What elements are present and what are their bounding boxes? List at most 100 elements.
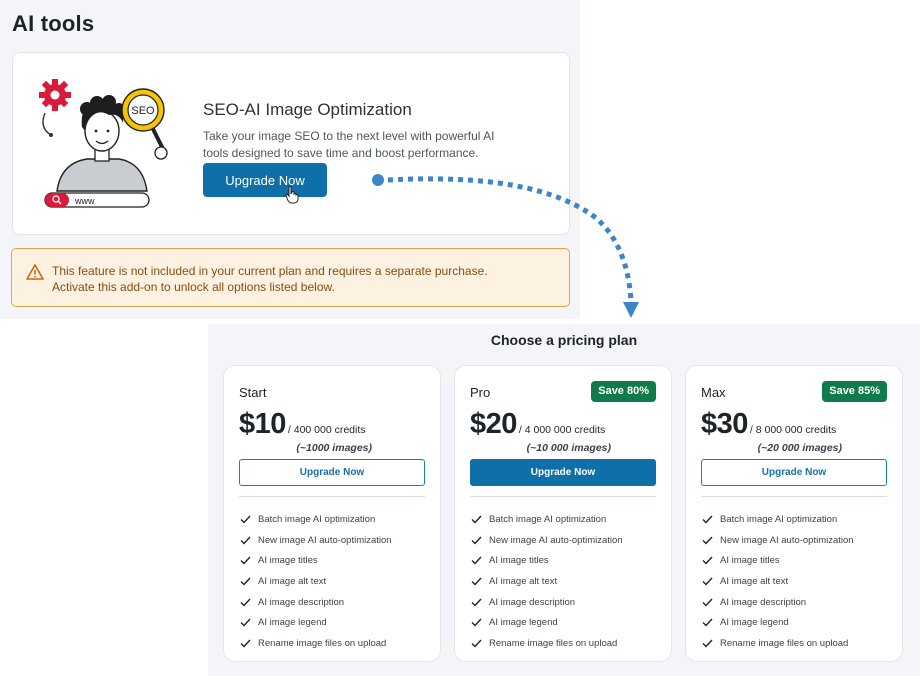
feature-label: AI image titles [489,555,549,567]
feature-item: New image AI auto-optimization [702,530,854,551]
feature-label: AI image alt text [258,575,327,587]
feature-label: AI image description [489,596,576,608]
searchbar-text: www [74,196,95,206]
feature-label: New image AI auto-optimization [258,534,392,546]
pricing-panel: Choose a pricing plan Start $10 / 400 00… [208,324,920,676]
plan-images-note: (~1000 images) [296,442,372,454]
divider [470,496,656,497]
plan-name: Max [701,385,726,400]
feature-item: AI image alt text [702,571,854,592]
hand-cursor-icon [285,186,299,204]
feature-label: AI image legend [489,617,558,629]
feature-label: Batch image AI optimization [258,513,376,525]
start-upgrade-button[interactable]: Upgrade Now [239,459,425,486]
check-icon [471,618,482,627]
plan-images-note: (~20 000 images) [757,442,842,454]
plan-name: Start [239,385,267,400]
plan-credits: / 4 000 000 credits [518,424,606,436]
feature-item: AI image description [702,592,854,613]
feature-label: New image AI auto-optimization [720,534,854,546]
check-icon [702,577,713,586]
feature-label: AI image legend [258,617,327,629]
check-icon [471,577,482,586]
promo-description: Take your image SEO to the next level wi… [203,129,495,160]
check-icon [702,598,713,607]
feature-item: AI image legend [240,612,392,633]
check-icon [471,556,482,565]
feature-item: Batch image AI optimization [702,509,854,530]
feature-item: Batch image AI optimization [471,509,623,530]
feature-item: AI image titles [471,550,623,571]
page-title: AI tools [12,11,95,36]
check-icon [471,639,482,648]
feature-label: Rename image files on upload [258,637,387,649]
promo-title: SEO-AI Image Optimization [203,100,412,119]
feature-item: AI image titles [240,550,392,571]
check-icon [240,618,251,627]
feature-label: AI image titles [720,555,780,567]
divider [701,496,887,497]
warning-icon [26,264,44,280]
pro-upgrade-button[interactable]: Upgrade Now [470,459,656,486]
feature-item: Rename image files on upload [471,633,623,654]
plan-price: $10 [239,408,286,440]
feature-list: Batch image AI optimization New image AI… [702,509,854,654]
connector-arrow-icon [372,174,639,318]
plan-name: Pro [470,385,491,400]
feature-label: AI image titles [258,555,318,567]
feature-label: AI image legend [720,617,789,629]
feature-label: Batch image AI optimization [489,513,607,525]
check-icon [702,639,713,648]
feature-item: AI image legend [471,612,623,633]
feature-item: New image AI auto-optimization [471,530,623,551]
max-upgrade-button[interactable]: Upgrade Now [701,459,887,486]
check-icon [471,536,482,545]
plan-credits: / 400 000 credits [287,424,366,436]
feature-label: AI image alt text [489,575,558,587]
plan-card-start: Start $10 / 400 000 credits (~1000 image… [223,365,441,662]
plan-images-note: (~10 000 images) [526,442,611,454]
feature-label: AI image description [258,596,345,608]
feature-label: AI image alt text [720,575,789,587]
gear-icon [39,79,71,111]
plan-card-pro: Pro Save 80% $20 / 4 000 000 credits (~1… [454,365,672,662]
feature-item: AI image description [471,592,623,613]
check-icon [240,639,251,648]
check-icon [702,618,713,627]
check-icon [471,598,482,607]
feature-list: Batch image AI optimization New image AI… [471,509,623,654]
feature-item: Rename image files on upload [240,633,392,654]
check-icon [702,536,713,545]
save-badge: Save 85% [822,381,887,402]
seo-illustration: SEO www [39,79,168,208]
seo-badge-text: SEO [131,105,155,117]
check-icon [702,556,713,565]
feature-label: Rename image files on upload [489,637,618,649]
divider [239,496,425,497]
check-icon [702,515,713,524]
check-icon [240,577,251,586]
check-icon [240,536,251,545]
feature-item: AI image legend [702,612,854,633]
pricing-title: Choose a pricing plan [490,332,638,348]
save-badge: Save 80% [591,381,656,402]
upgrade-now-button[interactable]: Upgrade Now [203,163,327,197]
check-icon [240,515,251,524]
feature-item: AI image alt text [471,571,623,592]
feature-label: Batch image AI optimization [720,513,838,525]
feature-item: New image AI auto-optimization [240,530,392,551]
feature-item: AI image titles [702,550,854,571]
feature-list: Batch image AI optimization New image AI… [240,509,392,654]
check-icon [240,556,251,565]
plan-price: $30 [701,408,748,440]
feature-item: Rename image files on upload [702,633,854,654]
plan-price: $20 [470,408,517,440]
plan-card-max: Max Save 85% $30 / 8 000 000 credits (~2… [685,365,903,662]
feature-label: New image AI auto-optimization [489,534,623,546]
plan-credits: / 8 000 000 credits [749,424,837,436]
feature-item: Batch image AI optimization [240,509,392,530]
feature-item: AI image description [240,592,392,613]
feature-label: Rename image files on upload [720,637,849,649]
check-icon [471,515,482,524]
feature-item: AI image alt text [240,571,392,592]
